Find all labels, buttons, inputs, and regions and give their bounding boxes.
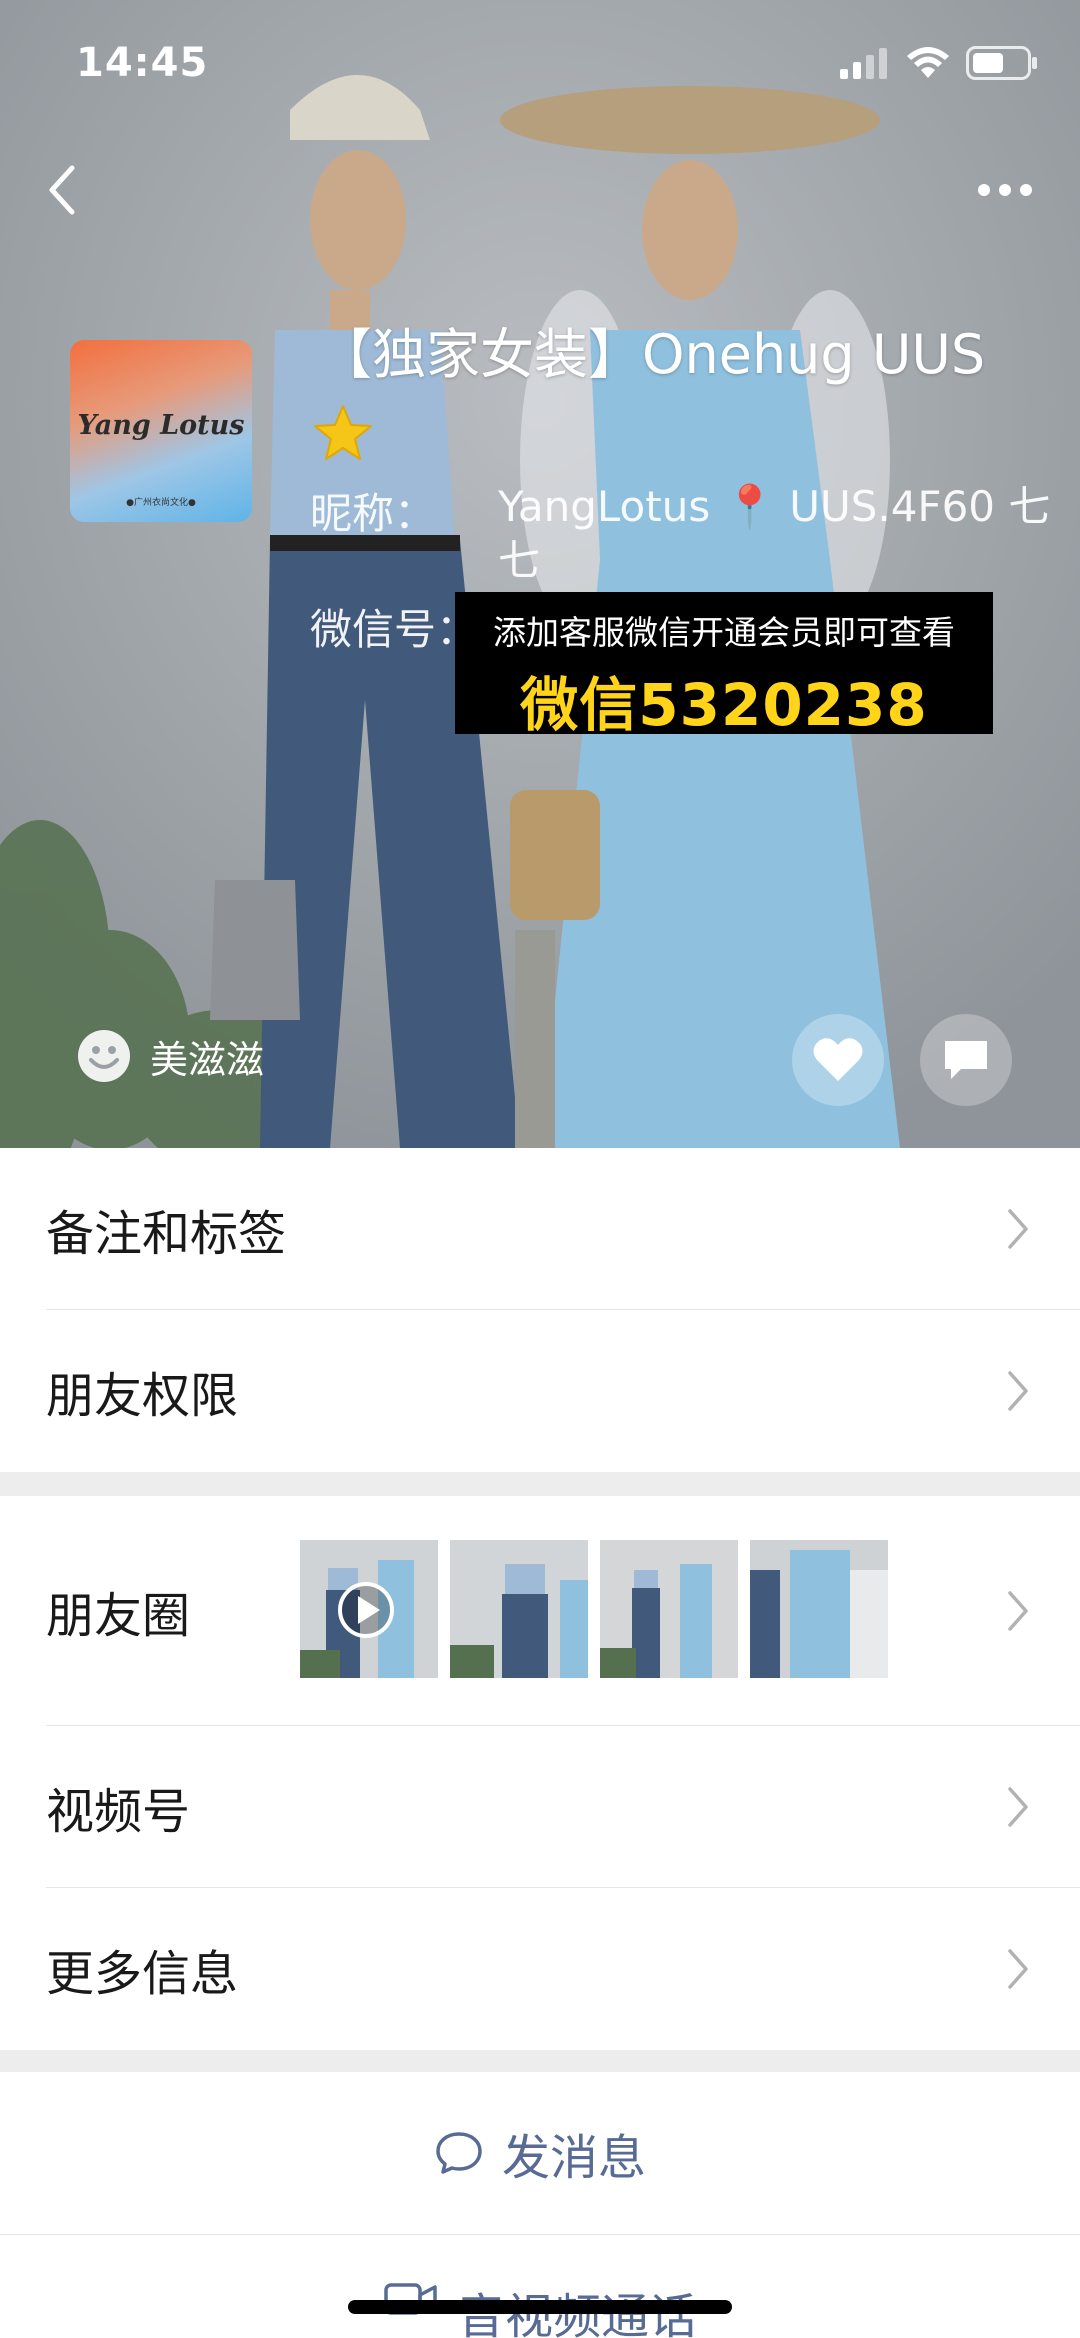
- more-button[interactable]: [970, 160, 1040, 220]
- moments-label: 朋友圈: [46, 1588, 191, 1644]
- moment-thumbnail: [450, 1540, 588, 1678]
- chevron-right-icon: [1008, 1371, 1028, 1411]
- wifi-icon: [907, 47, 949, 78]
- comment-icon: [945, 1041, 987, 1079]
- chevron-right-icon: [1008, 1949, 1028, 1989]
- chevron-left-icon: [49, 165, 75, 215]
- moment-thumbnail: [300, 1540, 438, 1678]
- moment-thumbnail-image: [600, 1540, 738, 1678]
- mood-text: 美滋滋: [150, 1037, 265, 1082]
- friend-permissions-label: 朋友权限: [46, 1368, 239, 1424]
- profile-cover: 14:45 Yang Lotus ●广州衣尚文化● 【独家女装】Onehug U…: [0, 0, 1080, 1148]
- settings-group-2: 朋友圈 视频号 更多信息: [0, 1496, 1080, 2050]
- moment-thumbnail-image: [300, 1540, 438, 1678]
- moment-thumbnail: [750, 1540, 888, 1678]
- nickname-label: 昵称：: [310, 489, 437, 538]
- actions-group: 发消息 音视频通话: [0, 2072, 1080, 2338]
- signal-icon: [840, 48, 887, 79]
- overlay-wechat-id: 微信5320238: [520, 671, 928, 739]
- comment-button[interactable]: [920, 1014, 1012, 1106]
- chat-bubble-icon: [436, 2132, 482, 2174]
- wechat-id-overlay: 添加客服微信开通会员即可查看 微信5320238: [455, 592, 993, 739]
- moment-thumbnail-image: [450, 1540, 588, 1678]
- chevron-right-icon: [1008, 1591, 1028, 1631]
- home-indicator: [348, 2300, 732, 2314]
- status-bar-icons: [840, 46, 1038, 80]
- contact-name: 【独家女装】Onehug UUS: [318, 323, 986, 386]
- like-button[interactable]: [792, 1014, 884, 1106]
- avatar-small-text: ●广州衣尚文化●: [126, 498, 196, 508]
- avatar[interactable]: Yang Lotus ●广州衣尚文化●: [70, 340, 252, 522]
- notes-tags-label: 备注和标签: [46, 1206, 287, 1262]
- wechat-id-label: 微信号：: [310, 605, 479, 654]
- status-mood[interactable]: 美滋滋: [76, 1028, 264, 1084]
- contact-profile-screen: 14:45 Yang Lotus ●广州衣尚文化● 【独家女装】Onehug U…: [0, 0, 1080, 2338]
- video-call-icon: [384, 2283, 437, 2315]
- smiley-icon: [78, 1030, 130, 1082]
- channels-row[interactable]: 视频号: [0, 1726, 1080, 1888]
- overlay-line1: 添加客服微信开通会员即可查看: [493, 613, 955, 652]
- more-dots-icon: [978, 184, 1032, 196]
- more-info-row[interactable]: 更多信息: [0, 1888, 1080, 2050]
- moments-thumbnails: [300, 1540, 888, 1678]
- back-button[interactable]: [40, 160, 90, 220]
- moment-thumbnail: [600, 1540, 738, 1678]
- avatar-brand-text: Yang Lotus: [77, 410, 245, 441]
- heart-icon: [813, 1038, 863, 1081]
- star-icon: [314, 405, 372, 460]
- battery-icon: [966, 46, 1037, 80]
- moment-thumbnail-image: [750, 1540, 888, 1678]
- chevron-right-icon: [1008, 1209, 1028, 1249]
- moments-row[interactable]: 朋友圈: [0, 1496, 1080, 1726]
- send-message-label: 发消息: [501, 2130, 646, 2186]
- friend-permissions-row[interactable]: 朋友权限: [0, 1310, 1080, 1472]
- video-call-button[interactable]: 音视频通话: [0, 2235, 1080, 2338]
- channels-label: 视频号: [46, 1784, 191, 1840]
- settings-group-1: 备注和标签 朋友权限: [0, 1148, 1080, 1472]
- chevron-right-icon: [1008, 1787, 1028, 1827]
- status-time: 14:45: [76, 40, 209, 86]
- notes-tags-row[interactable]: 备注和标签: [0, 1148, 1080, 1310]
- more-info-label: 更多信息: [46, 1946, 239, 2002]
- send-message-button[interactable]: 发消息: [0, 2072, 1080, 2234]
- nickname-value: YangLotus 📍 UUS.4F60 七七: [498, 482, 1051, 585]
